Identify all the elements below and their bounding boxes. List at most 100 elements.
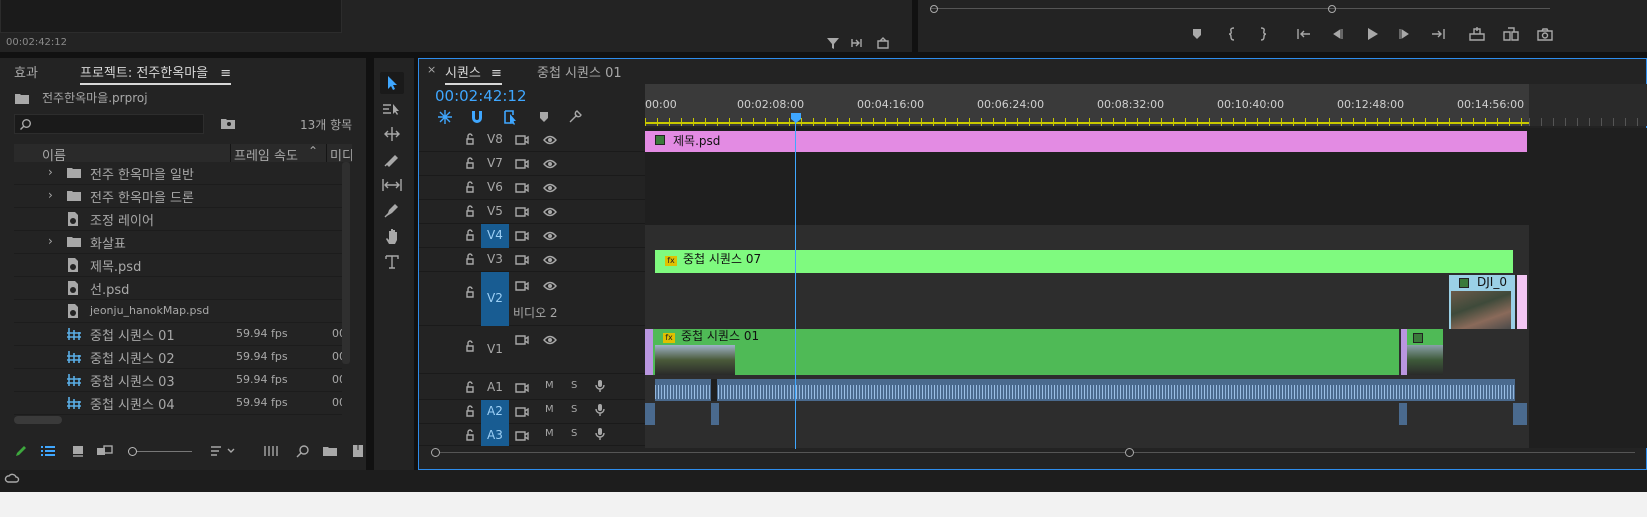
track-header[interactable]: A3 M S — [419, 424, 645, 446]
solo-button[interactable]: S — [571, 428, 577, 439]
track-header[interactable]: V1 — [419, 326, 645, 374]
type-tool-icon[interactable] — [384, 254, 400, 270]
track-header[interactable]: V6 — [419, 176, 645, 200]
horizontal-scrollbar[interactable] — [14, 416, 62, 424]
eye-icon[interactable] — [543, 158, 557, 170]
timeline-scroll-handle-left[interactable] — [431, 448, 440, 457]
eye-icon[interactable] — [543, 182, 557, 194]
insert-icon[interactable] — [850, 36, 864, 50]
step-back-icon[interactable] — [1330, 27, 1344, 41]
tab-effects[interactable]: 효과 — [14, 62, 38, 81]
step-forward-icon[interactable] — [1398, 27, 1412, 41]
lock-icon[interactable] — [465, 381, 475, 393]
nest-toggle-icon[interactable] — [437, 109, 453, 125]
clip-nested-01-left[interactable] — [645, 329, 653, 375]
sync-lock-icon[interactable] — [515, 158, 529, 170]
mute-button[interactable]: M — [545, 428, 554, 439]
list-item[interactable]: 중첩 시퀀스 03 59.94 fps 00 — [14, 369, 342, 392]
timeline-scrollbar[interactable] — [435, 452, 1635, 453]
lock-icon[interactable] — [465, 429, 475, 441]
microphone-icon[interactable] — [595, 403, 605, 417]
lock-icon[interactable] — [465, 286, 475, 298]
search-input[interactable] — [14, 114, 204, 134]
scroll-handle-mid[interactable] — [1328, 5, 1336, 13]
clip-pink-end[interactable] — [1517, 275, 1527, 329]
panel-menu-icon[interactable]: ≡ — [220, 66, 231, 81]
creative-cloud-icon[interactable] — [4, 472, 20, 486]
list-item[interactable]: › 전주 한옥마을 드론 — [14, 185, 342, 208]
go-to-out-icon[interactable] — [1430, 27, 1446, 41]
list-view-icon[interactable] — [40, 445, 56, 457]
tab-nested-sequence[interactable]: 중첩 시퀀스 01 — [537, 62, 622, 81]
new-bin-search-icon[interactable] — [220, 116, 236, 130]
list-item[interactable]: 제목.psd — [14, 254, 342, 277]
audio-clip-a1[interactable] — [655, 379, 1515, 401]
razor-tool-icon[interactable] — [384, 152, 400, 168]
sync-lock-icon[interactable] — [515, 182, 529, 194]
track-header[interactable]: A2 M S — [419, 400, 645, 424]
new-bin-icon[interactable] — [322, 445, 338, 457]
eye-icon[interactable] — [543, 280, 557, 292]
sync-lock-icon[interactable] — [515, 230, 529, 242]
mark-out-icon[interactable] — [1256, 27, 1270, 41]
clip-nested-07[interactable]: fx 중첩 시퀀스 07 — [655, 250, 1513, 273]
time-ruler[interactable]: 00:00 00:02:08:00 00:04:16:00 00:06:24:00 00… — [645, 84, 1529, 126]
export-frame-icon[interactable] — [876, 36, 890, 50]
track-header[interactable]: V7 — [419, 152, 645, 176]
list-item[interactable]: jeonju_hanokMap.psd — [14, 300, 342, 323]
list-item[interactable]: 중첩 시퀀스 04 59.94 fps 00 — [14, 392, 342, 415]
microphone-icon[interactable] — [595, 379, 605, 393]
zoom-slider[interactable] — [132, 451, 192, 452]
playhead-timecode[interactable]: 00:02:42:12 — [435, 87, 527, 105]
sync-lock-icon[interactable] — [515, 430, 529, 442]
solo-button[interactable]: S — [571, 404, 577, 415]
tab-project[interactable]: 프로젝트: 전주한옥마을 ≡ — [80, 62, 232, 85]
icon-view-icon[interactable] — [72, 445, 86, 457]
selection-tool-icon[interactable] — [386, 75, 400, 91]
track-header[interactable]: V2 비디오 2 — [419, 272, 645, 326]
lock-icon[interactable] — [465, 340, 475, 352]
sort-chevron-icon[interactable]: ⌃ — [308, 144, 318, 158]
expand-chevron-icon[interactable]: › — [48, 188, 53, 202]
track-header[interactable]: V4 — [419, 224, 645, 248]
lock-icon[interactable] — [465, 157, 475, 169]
tab-sequence[interactable]: 시퀀스 ≡ — [445, 62, 502, 85]
expand-chevron-icon[interactable]: › — [48, 234, 53, 248]
mark-in-icon[interactable] — [1226, 27, 1240, 41]
audio-clip-a2-mid[interactable] — [711, 403, 719, 425]
new-item-icon[interactable] — [352, 444, 364, 458]
zoom-scrollbar[interactable] — [930, 6, 1550, 9]
lock-icon[interactable] — [465, 405, 475, 417]
go-to-in-icon[interactable] — [1296, 27, 1312, 41]
audio-clip-a2-right[interactable] — [1399, 403, 1407, 425]
lock-icon[interactable] — [465, 133, 475, 145]
play-icon[interactable] — [1364, 26, 1380, 42]
track-header[interactable]: V5 — [419, 200, 645, 224]
eye-icon[interactable] — [543, 134, 557, 146]
pencil-icon[interactable] — [14, 444, 28, 458]
list-item[interactable]: 중첩 시퀀스 02 59.94 fps 00 — [14, 346, 342, 369]
close-tab-icon[interactable]: × — [427, 63, 436, 76]
sync-lock-icon[interactable] — [515, 254, 529, 266]
timeline-scroll-handle-right[interactable] — [1125, 448, 1134, 457]
clip-v1-right[interactable] — [1401, 329, 1443, 375]
zoom-slider-handle[interactable] — [128, 447, 137, 456]
list-item[interactable]: 조정 레이어 — [14, 208, 342, 231]
marker-icon[interactable] — [1190, 27, 1204, 41]
pen-tool-icon[interactable] — [384, 202, 400, 218]
lock-icon[interactable] — [465, 229, 475, 241]
extract-icon[interactable] — [1502, 26, 1520, 42]
lock-icon[interactable] — [465, 181, 475, 193]
audio-clip-a2-left[interactable] — [645, 403, 655, 425]
audio-clip-a2-end[interactable] — [1513, 403, 1527, 425]
lock-icon[interactable] — [465, 253, 475, 265]
slip-tool-icon[interactable] — [382, 178, 402, 192]
sync-lock-icon[interactable] — [515, 406, 529, 418]
expand-chevron-icon[interactable]: › — [48, 165, 53, 179]
lift-icon[interactable] — [1468, 26, 1486, 42]
playhead-line[interactable] — [795, 119, 796, 449]
find-icon[interactable] — [296, 444, 310, 458]
eye-icon[interactable] — [543, 206, 557, 218]
list-item[interactable]: 중첩 시퀀스 01 59.94 fps 00 — [14, 323, 342, 346]
lock-icon[interactable] — [465, 205, 475, 217]
